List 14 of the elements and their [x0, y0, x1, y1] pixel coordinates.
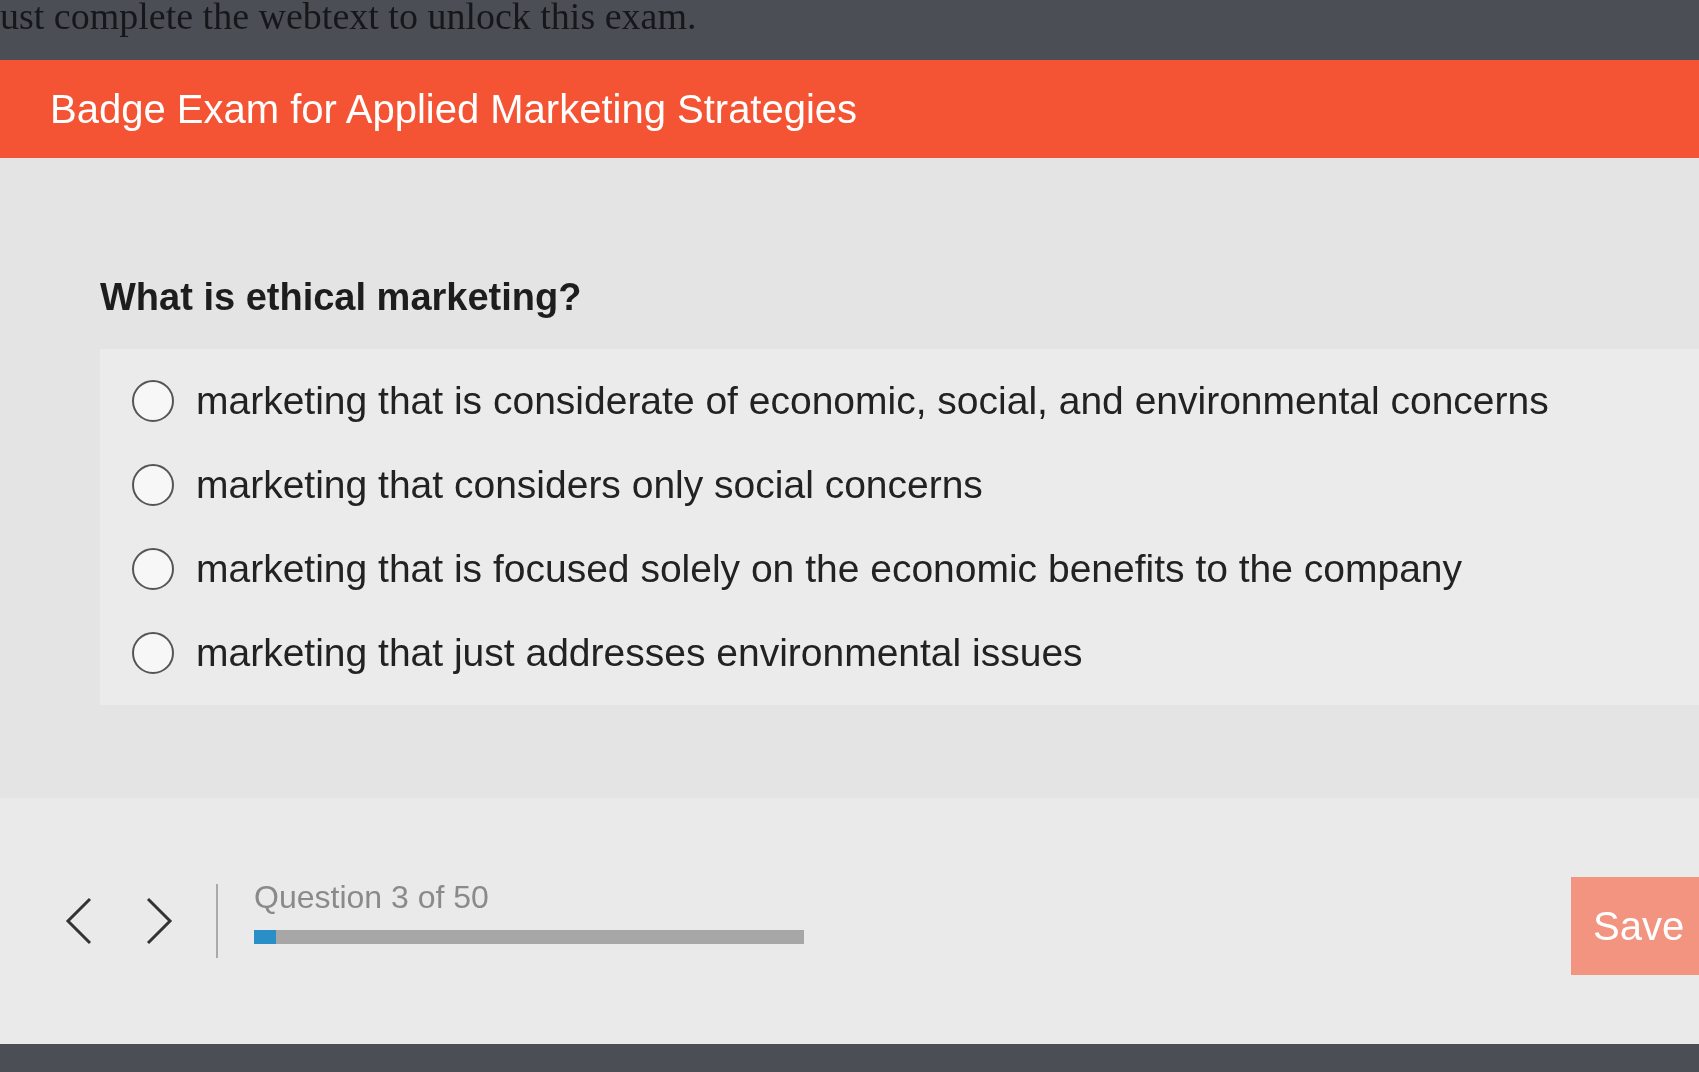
- question-counter: Question 3 of 50: [254, 878, 490, 916]
- radio-button[interactable]: [132, 632, 174, 674]
- next-icon[interactable]: [144, 896, 174, 946]
- radio-button[interactable]: [132, 548, 174, 590]
- notice-text: ust complete the webtext to unlock this exam.: [0, 0, 697, 39]
- radio-button[interactable]: [132, 380, 174, 422]
- answer-option[interactable]: marketing that is considerate of economic, social, and environmental concerns: [132, 379, 1699, 423]
- answer-option[interactable]: marketing that just addresses environmental issues: [132, 631, 1699, 675]
- question-text: What is ethical marketing?: [100, 276, 583, 319]
- exam-title: Badge Exam for Applied Marketing Strategies: [50, 86, 858, 132]
- answer-option[interactable]: marketing that considers only social concerns: [132, 463, 1699, 507]
- answer-option[interactable]: marketing that is focused solely on the economic benefits to the company: [132, 547, 1699, 591]
- previous-icon[interactable]: [64, 896, 94, 946]
- radio-button[interactable]: [132, 464, 174, 506]
